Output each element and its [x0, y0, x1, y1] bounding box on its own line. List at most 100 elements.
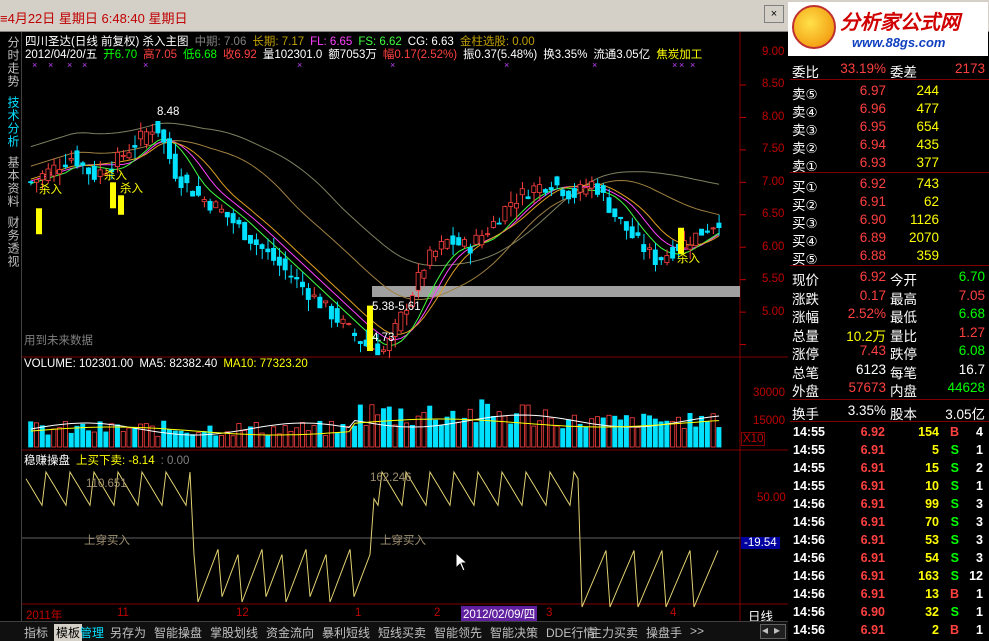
scroll-arrows[interactable]: ◂ ▸ — [760, 623, 786, 639]
volume-multiplier: X10 — [741, 432, 766, 446]
trade-row: 14:55 6.92 154 B 4 — [790, 424, 989, 442]
trade-row: 14:56 6.91 70 S 3 — [790, 514, 989, 532]
bottom-tab[interactable]: DDE行情 — [546, 624, 595, 641]
volume-bar — [496, 411, 502, 448]
bottom-tab[interactable]: 掌股划线 — [210, 624, 258, 641]
candle-body — [380, 349, 386, 352]
bottom-tab[interactable]: 智能领先 — [434, 624, 482, 641]
tab-finance[interactable]: 财务透视 — [3, 216, 20, 268]
bottom-tab[interactable]: 暴利短线 — [322, 624, 370, 641]
trade-row: 14:56 6.91 13 B 1 — [790, 586, 989, 604]
bottom-tab[interactable]: >> — [690, 624, 704, 638]
volume-bar — [594, 416, 600, 448]
close-button[interactable]: × — [764, 5, 784, 23]
candle-body — [485, 233, 491, 236]
bottom-tab[interactable]: 短线买卖 — [378, 624, 426, 641]
trade-side: S — [950, 515, 959, 529]
cross-buy-label: 上穿买入 — [84, 535, 130, 547]
candle-body — [172, 153, 178, 179]
candle-body — [566, 190, 572, 200]
bottom-tab[interactable]: 主力买卖 — [590, 624, 638, 641]
candle-body — [86, 167, 92, 175]
chart-header-item: 收6.92 — [222, 49, 257, 61]
volume-bar — [213, 435, 219, 448]
indicator-current-value: -19.54 — [741, 537, 780, 549]
quote-header-row: 委比 33.19% 委差 2173 — [790, 60, 989, 80]
candle-body — [132, 145, 138, 148]
trade-volume: 54 — [925, 551, 939, 565]
bottom-tab[interactable]: 指标 — [24, 624, 48, 641]
trade-price: 6.91 — [860, 587, 885, 601]
stat-value: 6.68 — [958, 306, 985, 321]
trade-price: 6.90 — [860, 605, 885, 619]
volume-bar — [132, 427, 138, 448]
volume-bar — [502, 415, 508, 448]
tab-technical[interactable]: 技术分析 — [3, 96, 20, 148]
volume-bar — [612, 415, 618, 448]
diff-label: 委差 — [890, 65, 917, 80]
chart-header-item: 2012/04/20/五 — [25, 49, 98, 61]
buy-volume: 743 — [916, 176, 939, 191]
sell-price: 6.96 — [859, 101, 886, 116]
cross-buy-label: 上穿买入 — [380, 535, 426, 547]
volume-bar — [716, 427, 722, 448]
trade-volume: 13 — [925, 587, 939, 601]
turnover-label: 换手 — [792, 407, 819, 422]
candle-body — [138, 130, 144, 140]
trade-price: 6.91 — [860, 497, 885, 511]
date-axis-label: 1 — [355, 607, 362, 619]
candle-body — [421, 269, 427, 279]
trade-volume: 15 — [925, 461, 939, 475]
trade-volume: 10 — [925, 479, 939, 493]
volume-header-item: MA5: 82382.40 — [139, 358, 218, 370]
volume-bar — [219, 435, 225, 448]
bottom-tab[interactable]: 智能决策 — [490, 624, 538, 641]
volume-bar — [190, 434, 196, 448]
trade-side: B — [949, 425, 959, 439]
bottom-tab[interactable]: 管理 — [80, 624, 104, 641]
share-capital-value: 3.05亿 — [945, 407, 985, 422]
volume-bar — [247, 426, 253, 448]
candle-body — [317, 296, 323, 309]
trade-row: 14:55 6.91 15 S 2 — [790, 460, 989, 478]
candle-body — [305, 288, 311, 300]
trade-price: 6.91 — [860, 443, 885, 457]
volume-bar — [635, 427, 641, 448]
bottom-tab[interactable]: 操盘手 — [646, 624, 682, 641]
candle-body — [641, 244, 647, 253]
stat-label: 内盘 — [890, 384, 917, 399]
candle-body — [149, 131, 155, 135]
sell-volume: 377 — [916, 155, 939, 170]
candle-body — [178, 176, 184, 189]
volume-bar — [392, 424, 398, 448]
diff-value: 2173 — [954, 61, 985, 76]
candle-body — [45, 168, 51, 182]
logo-name: 分析家公式网 — [840, 12, 960, 34]
volume-bar — [647, 415, 653, 448]
volume-bar — [207, 425, 213, 448]
candle-body — [600, 185, 606, 193]
ma-fs-line — [30, 138, 720, 347]
tab-profile[interactable]: 基本资料 — [3, 156, 20, 208]
volume-bar — [433, 419, 439, 448]
scroll-right-icon[interactable]: ▸ — [774, 623, 780, 637]
trade-price: 6.91 — [860, 569, 885, 583]
tab-intraday[interactable]: 分时走势 — [3, 36, 20, 88]
bottom-tab[interactable]: 智能操盘 — [154, 624, 202, 641]
buy-row: 买① 6.92 743 — [790, 175, 989, 195]
candle-body — [311, 294, 317, 298]
bottom-tab[interactable]: 模板 — [54, 624, 83, 641]
trade-price: 6.91 — [860, 533, 885, 547]
trade-row: 14:56 6.90 32 S 1 — [790, 604, 989, 622]
candle-body — [508, 202, 514, 207]
quote-divider — [790, 79, 989, 80]
volume-bar — [178, 430, 184, 448]
bottom-tab[interactable]: 另存为 — [110, 624, 146, 641]
candle-body — [618, 216, 624, 219]
candle-body — [357, 341, 363, 344]
bottom-tab[interactable]: 资金流向 — [266, 624, 314, 641]
price-axis-label: 8.00 — [762, 110, 785, 123]
candle-body — [375, 343, 381, 356]
trade-side: S — [950, 443, 959, 457]
scroll-left-icon[interactable]: ◂ — [762, 623, 768, 637]
